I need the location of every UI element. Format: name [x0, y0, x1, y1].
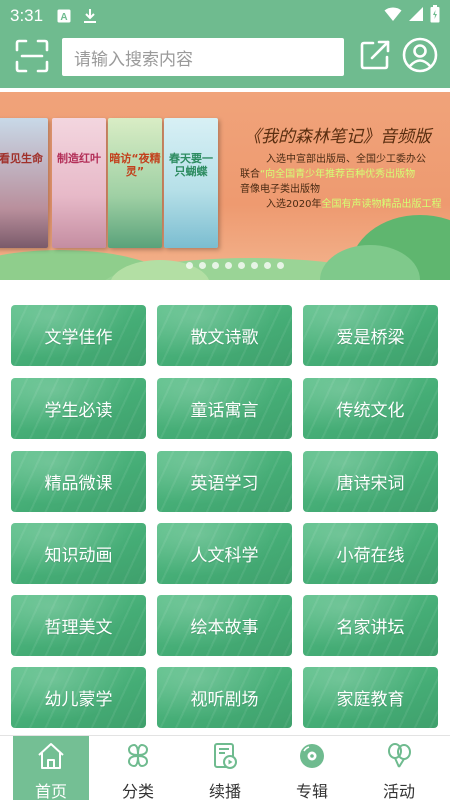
clover-icon — [123, 742, 153, 774]
category-label: 绘本故事 — [190, 618, 259, 638]
balloon-icon — [384, 742, 414, 774]
svg-text:A: A — [60, 12, 67, 23]
category-tile[interactable]: 家庭教育 — [303, 667, 438, 728]
book-cover: 制造红叶 — [52, 118, 106, 248]
category-label: 爱是桥梁 — [336, 328, 405, 348]
category-label: 视听剧场 — [190, 690, 259, 710]
carousel-dot[interactable] — [264, 262, 271, 269]
category-tile[interactable]: 小荷在线 — [303, 523, 438, 584]
promo-banner[interactable]: 看见生命 制造红叶 暗访“夜精灵” 春天要一只蝴蝶 《我的森林笔记》音频版 入选… — [0, 92, 450, 280]
category-label: 知识动画 — [44, 546, 113, 566]
category-tile[interactable]: 学生必读 — [11, 378, 146, 439]
category-label: 精品微课 — [44, 474, 113, 494]
banner-line: 入选2020年 — [266, 199, 322, 210]
category-label: 散文诗歌 — [190, 328, 259, 348]
category-tile[interactable]: 知识动画 — [11, 523, 146, 584]
category-tile[interactable]: 幼儿蒙学 — [11, 667, 146, 728]
banner-line: 联合 — [240, 169, 260, 180]
carousel-dot[interactable] — [199, 262, 206, 269]
category-tile[interactable]: 视听剧场 — [157, 667, 292, 728]
user-profile-button[interactable] — [401, 37, 439, 77]
category-label: 英语学习 — [190, 474, 259, 494]
book-title: 制造红叶 — [57, 152, 101, 165]
book-cover: 春天要一只蝴蝶 — [164, 118, 218, 248]
nav-label: 分类 — [121, 782, 154, 800]
nav-label: 专辑 — [295, 782, 328, 800]
nav-resume[interactable]: 续播 — [187, 736, 263, 800]
book-title: 春天要一只蝴蝶 — [169, 152, 213, 178]
disc-icon — [297, 742, 327, 774]
resume-play-icon — [210, 742, 240, 774]
category-label: 童话寓言 — [190, 401, 259, 421]
category-label: 幼儿蒙学 — [44, 690, 113, 710]
scan-icon — [15, 39, 49, 77]
wifi-icon — [384, 6, 402, 26]
category-label: 名家讲坛 — [336, 618, 405, 638]
category-label: 唐诗宋词 — [336, 474, 405, 494]
status-bar: 3:31 A — [0, 0, 450, 32]
font-notification-icon: A — [57, 9, 71, 23]
book-covers: 看见生命 制造红叶 暗访“夜精灵” 春天要一只蝴蝶 — [0, 118, 240, 248]
category-label: 人文科学 — [190, 546, 259, 566]
carousel-dot[interactable] — [238, 262, 245, 269]
banner-title: 《我的森林笔记》音频版 — [244, 127, 431, 147]
bottom-navigation: 首页 分类 续播 专辑 活动 — [0, 735, 450, 800]
category-tile[interactable]: 唐诗宋词 — [303, 451, 438, 512]
category-label: 文学佳作 — [44, 328, 113, 348]
nav-albums[interactable]: 专辑 — [274, 736, 350, 800]
nav-label: 续播 — [208, 782, 241, 800]
book-title: 看见生命 — [0, 152, 43, 165]
category-tile[interactable]: 哲理美文 — [11, 595, 146, 656]
share-button[interactable] — [358, 40, 392, 74]
user-icon — [402, 37, 438, 77]
nav-home[interactable]: 首页 — [13, 736, 89, 800]
download-icon — [83, 9, 97, 23]
nav-label: 活动 — [382, 782, 415, 800]
banner-description: 入选中宣部出版局、全国少工委办公 联合“向全国青少年推荐百种优秀出版物 音像电子… — [240, 152, 450, 212]
category-tile[interactable]: 英语学习 — [157, 451, 292, 512]
nav-activities[interactable]: 活动 — [361, 736, 437, 800]
category-label: 哲理美文 — [44, 618, 113, 638]
carousel-dot[interactable] — [186, 262, 193, 269]
book-cover: 暗访“夜精灵” — [108, 118, 162, 248]
scan-button[interactable] — [12, 38, 52, 78]
category-tile[interactable]: 散文诗歌 — [157, 305, 292, 366]
book-cover: 看见生命 — [0, 118, 48, 248]
banner-line: 音像电子类出版物 — [240, 184, 320, 195]
search-input[interactable]: 请输入搜索内容 — [62, 38, 344, 76]
banner-line-highlight: “向全国青少年推荐百种优秀出版物 — [260, 169, 416, 180]
category-tile[interactable]: 传统文化 — [303, 378, 438, 439]
carousel-dot[interactable] — [212, 262, 219, 269]
signal-icon — [408, 6, 424, 26]
carousel-dot[interactable] — [251, 262, 258, 269]
category-tile[interactable]: 童话寓言 — [157, 378, 292, 439]
battery-icon — [430, 5, 440, 27]
app-header: 请输入搜索内容 — [0, 32, 450, 88]
category-tile[interactable]: 人文科学 — [157, 523, 292, 584]
category-tile[interactable]: 爱是桥梁 — [303, 305, 438, 366]
carousel-dot[interactable] — [225, 262, 232, 269]
category-tile[interactable]: 名家讲坛 — [303, 595, 438, 656]
category-label: 传统文化 — [336, 401, 405, 421]
carousel-dot[interactable] — [277, 262, 284, 269]
status-time: 3:31 — [10, 6, 44, 25]
nav-label: 首页 — [34, 782, 67, 800]
banner-line-highlight: 全国有声读物精品出版工程 — [321, 199, 442, 210]
share-icon — [359, 39, 391, 75]
home-icon — [36, 742, 66, 774]
category-label: 小荷在线 — [336, 546, 405, 566]
carousel-indicator — [0, 262, 450, 269]
nav-categories[interactable]: 分类 — [100, 736, 176, 800]
category-tile[interactable]: 绘本故事 — [157, 595, 292, 656]
category-tile[interactable]: 文学佳作 — [11, 305, 146, 366]
banner-line: 入选中宣部出版局、全国少工委办公 — [266, 154, 426, 165]
category-tile[interactable]: 精品微课 — [11, 451, 146, 512]
search-placeholder: 请输入搜索内容 — [74, 49, 193, 70]
category-label: 学生必读 — [44, 401, 113, 421]
book-title: 暗访“夜精灵” — [109, 152, 161, 178]
category-label: 家庭教育 — [336, 690, 405, 710]
